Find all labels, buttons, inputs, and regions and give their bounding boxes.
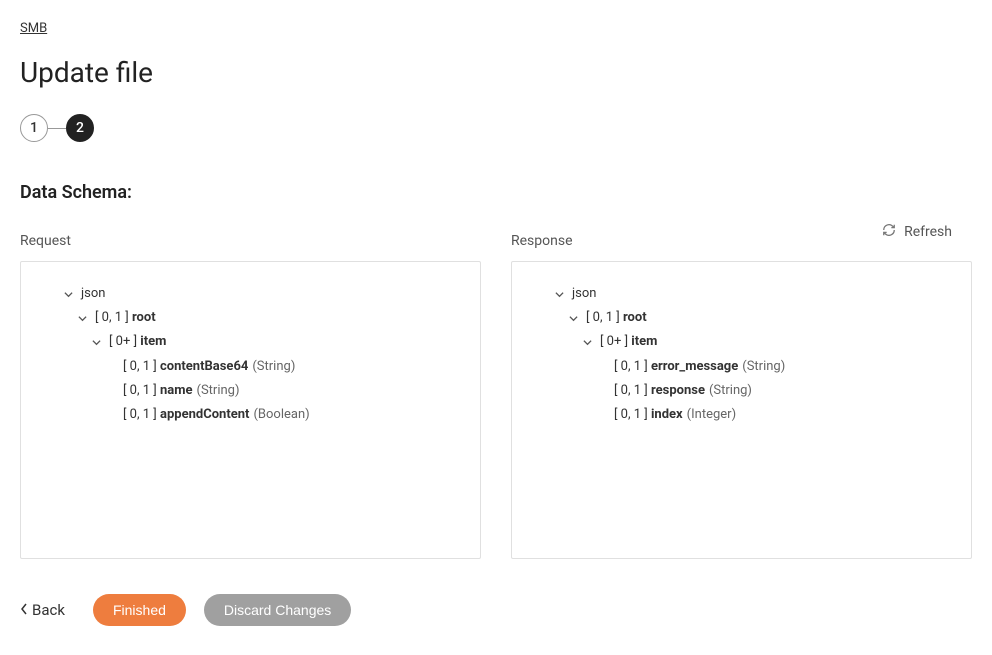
field-name: appendContent (160, 406, 249, 424)
chevron-down-icon[interactable] (89, 338, 103, 347)
tree-node-label: root (132, 309, 156, 327)
section-title: Data Schema: (20, 182, 972, 203)
field-type: (String) (197, 382, 240, 400)
field-type: (String) (709, 382, 752, 400)
breadcrumb-link[interactable]: SMB (20, 21, 47, 36)
tree-node-json[interactable]: json (41, 282, 460, 306)
tree-leaf[interactable]: [ 0, 1 ] appendContent (Boolean) (41, 403, 460, 427)
field-name: name (160, 382, 193, 400)
cardinality: [ 0+ ] (109, 333, 137, 351)
cardinality: [ 0+ ] (600, 333, 628, 351)
tree-node-json[interactable]: json (532, 282, 951, 306)
chevron-down-icon[interactable] (566, 314, 580, 323)
request-panel-label: Request (20, 233, 481, 249)
chevron-down-icon[interactable] (580, 338, 594, 347)
chevron-down-icon[interactable] (75, 314, 89, 323)
tree-leaf[interactable]: [ 0, 1 ] error_message (String) (532, 355, 951, 379)
tree-node-item[interactable]: [ 0+ ] item (41, 330, 460, 354)
chevron-left-icon (20, 601, 28, 619)
cardinality: [ 0, 1 ] (95, 309, 129, 327)
cardinality: [ 0, 1 ] (123, 358, 157, 376)
tree-leaf[interactable]: [ 0, 1 ] contentBase64 (String) (41, 355, 460, 379)
tree-node-label: item (631, 333, 657, 351)
discard-changes-button[interactable]: Discard Changes (204, 594, 351, 626)
cardinality: [ 0, 1 ] (614, 382, 648, 400)
chevron-down-icon[interactable] (61, 290, 75, 299)
cardinality: [ 0, 1 ] (614, 406, 648, 424)
cardinality: [ 0, 1 ] (123, 382, 157, 400)
refresh-button[interactable]: Refresh (882, 223, 952, 241)
step-2[interactable]: 2 (66, 114, 94, 142)
tree-node-label: root (623, 309, 647, 327)
tree-leaf[interactable]: [ 0, 1 ] response (String) (532, 379, 951, 403)
back-button[interactable]: Back (20, 601, 65, 619)
tree-leaf[interactable]: [ 0, 1 ] name (String) (41, 379, 460, 403)
step-1[interactable]: 1 (20, 114, 48, 142)
field-name: error_message (651, 358, 738, 376)
field-name: response (651, 382, 705, 400)
tree-node-label: item (140, 333, 166, 351)
tree-node-root[interactable]: [ 0, 1 ] root (41, 306, 460, 330)
field-name: index (651, 406, 683, 424)
field-type: (String) (252, 358, 295, 376)
refresh-icon (882, 223, 896, 241)
field-type: (Boolean) (253, 406, 309, 424)
wizard-stepper: 1 2 (20, 114, 972, 142)
cardinality: [ 0, 1 ] (123, 406, 157, 424)
field-name: contentBase64 (160, 358, 248, 376)
tree-node-label: json (572, 285, 596, 303)
response-panel: json [ 0, 1 ] root [ 0+ ] item (511, 261, 972, 559)
tree-leaf[interactable]: [ 0, 1 ] index (Integer) (532, 403, 951, 427)
page-title: Update file (20, 56, 972, 89)
cardinality: [ 0, 1 ] (586, 309, 620, 327)
refresh-label: Refresh (904, 224, 952, 240)
back-label: Back (32, 601, 65, 619)
field-type: (String) (742, 358, 785, 376)
field-type: (Integer) (687, 406, 736, 424)
tree-node-label: json (81, 285, 105, 303)
request-panel: json [ 0, 1 ] root [ 0+ ] item (20, 261, 481, 559)
tree-node-item[interactable]: [ 0+ ] item (532, 330, 951, 354)
cardinality: [ 0, 1 ] (614, 358, 648, 376)
finished-button[interactable]: Finished (93, 594, 186, 626)
tree-node-root[interactable]: [ 0, 1 ] root (532, 306, 951, 330)
step-connector (48, 128, 66, 129)
chevron-down-icon[interactable] (552, 290, 566, 299)
